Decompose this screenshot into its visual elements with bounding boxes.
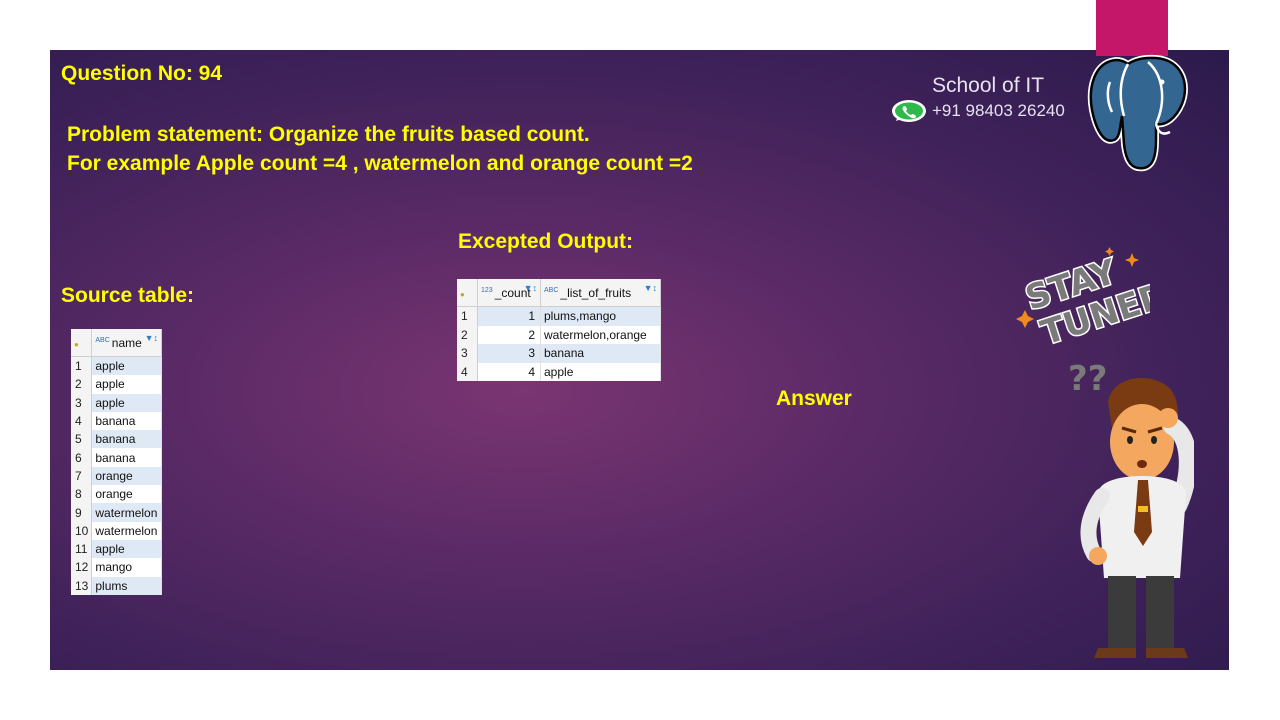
table-row[interactable]: 13 plums (71, 576, 162, 595)
row-number: 6 (71, 448, 93, 467)
text-type-icon: ABC (544, 286, 559, 294)
column-header-name[interactable]: ABC name ▼↕ (91, 329, 162, 357)
row-number: 4 (71, 411, 93, 431)
column-header-list-of-fruits[interactable]: ABC _list_of_fruits ▼↕ (540, 279, 661, 307)
question-marks-icon: ?? (1068, 359, 1107, 399)
row-number: 7 (71, 466, 93, 486)
cell-count[interactable]: 2 (477, 325, 541, 344)
row-number: 2 (457, 325, 478, 344)
question-number: Question No: 94 (61, 62, 223, 85)
row-number: 2 (71, 375, 93, 394)
cell-name[interactable]: watermelon (91, 503, 162, 522)
text-type-icon: ABC (95, 336, 110, 344)
problem-line-2: For example Apple count =4 , watermelon … (67, 152, 693, 175)
row-number: 9 (71, 503, 93, 522)
phone-number: +91 98403 26240 (932, 101, 1065, 120)
cell-name[interactable]: plums (91, 576, 162, 595)
confused-man-illustration: ?? (1068, 359, 1194, 658)
lock-icon: ● (460, 289, 465, 299)
lock-icon: ● (74, 339, 79, 349)
table-row[interactable]: 9 watermelon (71, 503, 162, 522)
row-number: 11 (71, 539, 93, 559)
row-number: 13 (71, 576, 93, 595)
answer-label: Answer (776, 387, 852, 410)
stay-tuned-sticker: STAY TUNED (1016, 247, 1150, 355)
table-row[interactable]: 7 orange (71, 466, 162, 486)
postgresql-elephant-icon (1087, 54, 1188, 172)
cell-name[interactable]: apple (91, 539, 162, 559)
cell-name[interactable]: mango (91, 558, 162, 577)
cell-name[interactable]: banana (91, 411, 162, 431)
cell-name[interactable]: watermelon (91, 521, 162, 540)
cell-name[interactable]: apple (91, 375, 162, 394)
row-number: 5 (71, 430, 93, 449)
row-number: 3 (71, 393, 93, 412)
table-row[interactable]: 2 2 watermelon,orange (457, 325, 661, 344)
problem-line-1: Problem statement: Organize the fruits b… (67, 123, 590, 146)
row-number: 3 (457, 344, 478, 363)
table-row[interactable]: 3 apple (71, 393, 162, 412)
cell-count[interactable]: 4 (477, 362, 541, 381)
number-type-icon: 123 (481, 286, 493, 294)
table-row[interactable]: 12 mango (71, 558, 162, 577)
source-table-title: Source table: (61, 284, 195, 307)
cell-name[interactable]: apple (91, 356, 162, 376)
table-row[interactable]: 3 3 banana (457, 344, 661, 363)
row-number-header: ● (457, 279, 478, 307)
cell-name[interactable]: banana (91, 448, 162, 467)
sparkle-icon (1125, 253, 1139, 267)
whatsapp-icon (892, 100, 926, 122)
filter-sort-icon[interactable]: ▼↕ (145, 333, 158, 343)
cell-list-of-fruits[interactable]: watermelon,orange (540, 325, 661, 344)
row-number-header: ● (71, 329, 93, 357)
cell-list-of-fruits[interactable]: apple (540, 362, 661, 381)
filter-sort-icon[interactable]: ▼↕ (524, 283, 537, 293)
table-row[interactable]: 11 apple (71, 539, 162, 559)
cell-name[interactable]: orange (91, 485, 162, 504)
cell-name[interactable]: apple (91, 393, 162, 412)
cell-count[interactable]: 3 (477, 344, 541, 363)
cell-name[interactable]: banana (91, 430, 162, 449)
source-table: ● ABC name ▼↕ 1 apple 2 apple 3 apple 4 banana 5 b… (71, 329, 162, 595)
table-row[interactable]: 8 orange (71, 485, 162, 504)
table-row[interactable]: 4 4 apple (457, 362, 661, 381)
expected-output-table: ● 123 _count ▼↕ ABC _list_of_fruits ▼↕ 11p… (457, 279, 661, 381)
cell-list-of-fruits[interactable]: plums,mango (540, 306, 661, 326)
cell-name[interactable]: orange (91, 466, 162, 486)
row-number: 12 (71, 558, 93, 577)
table-row[interactable]: 2 apple (71, 375, 162, 394)
table-row[interactable]: 1 apple (71, 356, 162, 376)
row-number: 10 (71, 521, 93, 540)
expected-output-title: Excepted Output: (458, 230, 634, 253)
row-number: 8 (71, 485, 93, 504)
row-number: 1 (457, 306, 478, 326)
column-header-label: _list_of_fruits (560, 285, 632, 300)
row-number: 4 (457, 362, 478, 381)
table-row[interactable]: 5 banana (71, 430, 162, 449)
column-header-label: name (111, 335, 142, 350)
table-row[interactable]: 1 1 plums,mango (457, 306, 661, 326)
accent-bar (1096, 0, 1168, 56)
cell-count[interactable]: 1 (477, 306, 541, 326)
table-row[interactable]: 10 watermelon (71, 521, 162, 540)
column-header-count[interactable]: 123 _count ▼↕ (477, 279, 541, 307)
cell-list-of-fruits[interactable]: banana (540, 344, 661, 363)
school-name: School of IT (932, 74, 1045, 97)
row-number: 1 (71, 356, 93, 376)
filter-sort-icon[interactable]: ▼↕ (644, 283, 657, 293)
table-row[interactable]: 6 banana (71, 448, 162, 467)
table-row[interactable]: 4 banana (71, 411, 162, 431)
problem-statement: Problem statement: Organize the fruits b… (67, 120, 693, 178)
